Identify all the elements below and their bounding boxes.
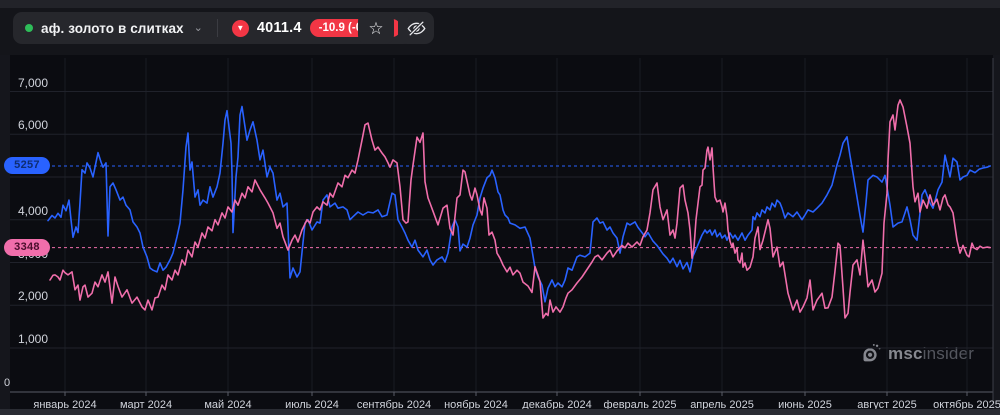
hide-series-button[interactable] — [398, 12, 434, 44]
chart-plot-area[interactable]: mscinsider 7,0006,0005,0004,0003,0002,00… — [0, 55, 1000, 411]
chart-canvas[interactable] — [0, 55, 1000, 409]
star-icon: ☆ — [368, 18, 384, 38]
status-dot-icon — [25, 24, 33, 32]
favorite-button[interactable]: ☆ — [358, 12, 394, 44]
pink-series-price-badge: 3348 — [4, 238, 50, 256]
instrument-legend[interactable]: аф. золото в слитках ⌄ ▼ 4011.4 -10.9 (-… — [13, 12, 414, 44]
chevron-down-icon[interactable]: ⌄ — [194, 21, 203, 34]
instrument-name: аф. золото в слитках — [41, 20, 184, 36]
pink-series-line — [49, 99, 991, 319]
chart-header: аф. золото в слитках ⌄ ▼ 4011.4 -10.9 (-… — [0, 8, 1000, 55]
legend-divider — [216, 19, 218, 37]
last-price: 4011.4 — [256, 20, 302, 36]
blue-series-price-badge: 5257 — [4, 157, 50, 174]
window-bottom-strip — [0, 409, 1000, 415]
eye-off-icon — [406, 20, 426, 36]
window-top-strip — [0, 0, 1000, 8]
price-down-icon: ▼ — [231, 19, 249, 37]
